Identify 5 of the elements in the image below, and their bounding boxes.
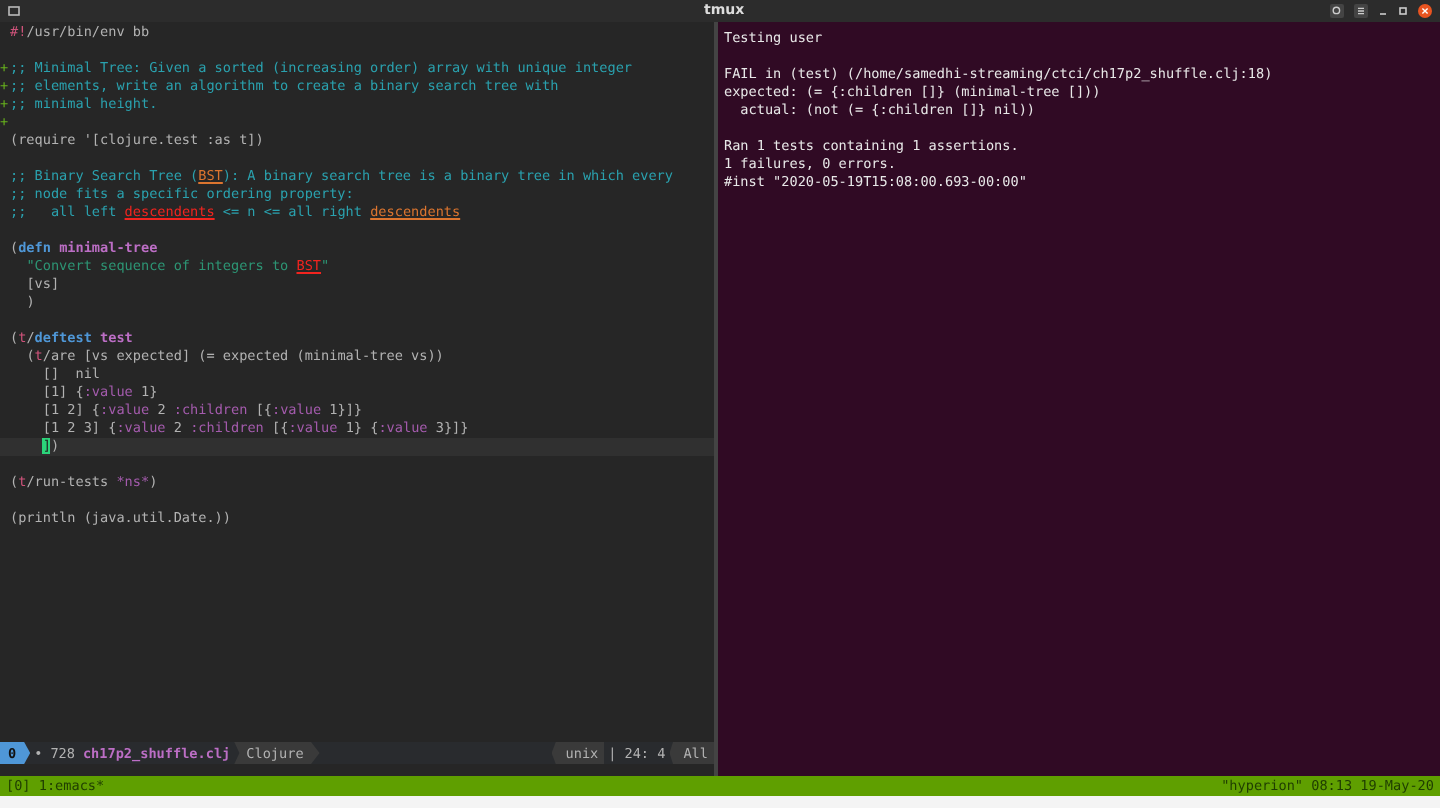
terminal-icon	[8, 6, 20, 16]
close-icon[interactable]	[1418, 4, 1432, 18]
maximize-icon[interactable]	[1398, 6, 1408, 16]
menu-icon[interactable]	[1354, 4, 1368, 18]
search-icon[interactable]	[1330, 4, 1344, 18]
